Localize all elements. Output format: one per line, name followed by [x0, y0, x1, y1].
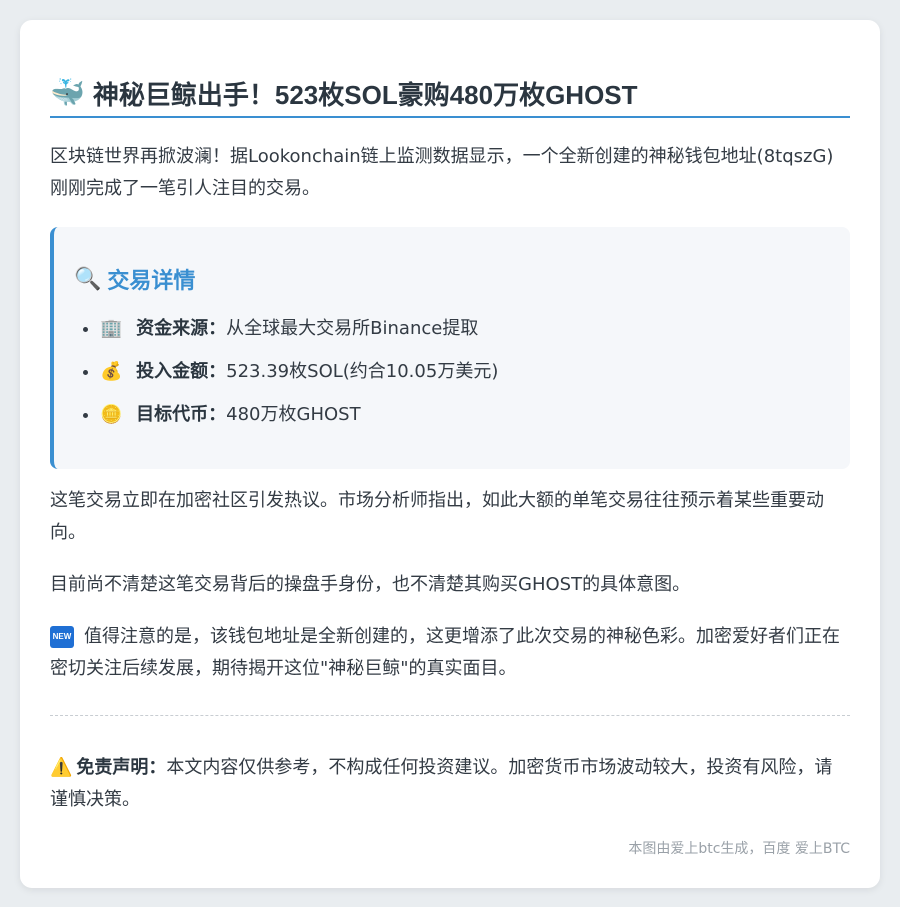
title-row: 🐳 神秘巨鲸出手！523枚SOL豪购480万枚GHOST	[50, 70, 850, 118]
paragraph-4-text: 值得注意的是，该钱包地址是全新创建的，这更增添了此次交易的神秘色彩。加密爱好者们…	[50, 626, 840, 679]
list-item: 🏢 资金来源：从全球最大交易所Binance提取	[100, 307, 830, 350]
footer-credit: 本图由爱上btc生成，百度 爱上BTC	[628, 841, 850, 857]
paragraph-2: 这笔交易立即在加密社区引发热议。市场分析师指出，如此大额的单笔交易往往预示着某些…	[50, 490, 824, 543]
intro-paragraph: 区块链世界再掀波澜！据Lookonchain链上监测数据显示，一个全新创建的神秘…	[50, 146, 834, 199]
paragraph-4: NEW 值得注意的是，该钱包地址是全新创建的，这更增添了此次交易的神秘色彩。加密爱…	[50, 621, 850, 685]
paragraph-3: 目前尚不清楚这笔交易背后的操盘手身份，也不清楚其购买GHOST的具体意图。	[50, 574, 691, 595]
item-value: 523.39枚SOL(约合10.05万美元)	[226, 361, 499, 382]
money-bag-icon: 💰	[100, 361, 123, 382]
disclaimer: ⚠️ 免责声明：本文内容仅供参考，不构成任何投资建议。加密货币市场波动较大，投资有…	[50, 752, 850, 816]
disclaimer-text: 本文内容仅供参考，不构成任何投资建议。加密货币市场波动较大，投资有风险，请谨慎决…	[50, 757, 833, 810]
item-value: 480万枚GHOST	[226, 404, 361, 425]
item-value: 从全球最大交易所Binance提取	[226, 318, 479, 339]
divider	[50, 715, 850, 716]
article-card: 🐳 神秘巨鲸出手！523枚SOL豪购480万枚GHOST 区块链世界再掀波澜！据…	[20, 20, 880, 888]
building-icon: 🏢	[100, 318, 123, 339]
page-title: 神秘巨鲸出手！523枚SOL豪购480万枚GHOST	[92, 79, 638, 110]
item-label: 资金来源：	[136, 318, 227, 339]
list-item: 🪙 目标代币：480万枚GHOST	[100, 393, 830, 436]
transaction-details-box: 🔍 交易详情 🏢 资金来源：从全球最大交易所Binance提取 💰 投入金额：5…	[50, 227, 850, 469]
item-label: 投入金额：	[136, 361, 227, 382]
details-heading-text: 交易详情	[107, 269, 196, 294]
warning-icon: ⚠️	[50, 757, 73, 778]
item-label: 目标代币：	[136, 404, 227, 425]
details-list: 🏢 资金来源：从全球最大交易所Binance提取 💰 投入金额：523.39枚S…	[74, 307, 830, 436]
details-heading: 🔍 交易详情	[74, 263, 830, 295]
magnifier-icon: 🔍	[74, 266, 102, 292]
coin-icon: 🪙	[100, 404, 123, 425]
disclaimer-label: 免责声明：	[76, 757, 167, 778]
new-badge-icon: NEW	[50, 626, 74, 648]
whale-icon: 🐳	[50, 76, 85, 109]
list-item: 💰 投入金额：523.39枚SOL(约合10.05万美元)	[100, 350, 830, 393]
